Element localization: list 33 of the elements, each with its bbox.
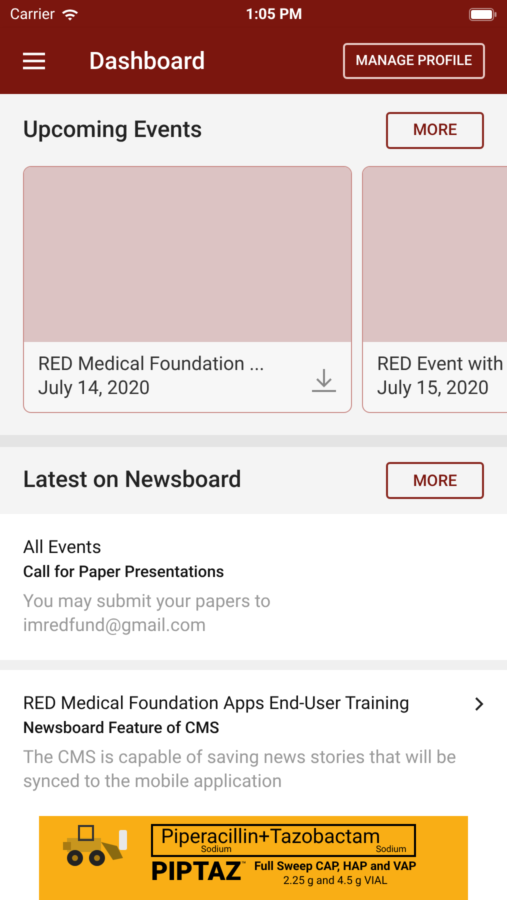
- clock-time: 1:05 PM: [246, 4, 302, 25]
- salt-label: Sodium: [376, 846, 406, 855]
- news-summary: You may submit your papers to imredfund@gmail.com: [23, 590, 272, 638]
- event-title: RED Event with: [377, 352, 504, 376]
- event-date: July 14, 2020: [38, 376, 151, 400]
- event-card[interactable]: RED Event with July 15, 2020: [362, 166, 507, 413]
- drug-name: Piperacillin+Tazobactam: [161, 826, 380, 846]
- event-card[interactable]: RED Medical Foundation ... July 14, 2020: [23, 166, 352, 413]
- brand-name: PIPTAZ: [151, 858, 242, 885]
- salt-label: Sodium: [201, 846, 232, 855]
- wifi-icon: [60, 8, 79, 20]
- chevron-right-icon[interactable]: [474, 696, 484, 712]
- manage-profile-button[interactable]: MANAGE PROFILE: [342, 43, 485, 79]
- page-title: Dashboard: [89, 46, 206, 77]
- tagline: Full Sweep CAP, HAP and VAP: [254, 858, 416, 874]
- section-title: Latest on Newsboard: [23, 465, 242, 496]
- download-icon[interactable]: [311, 367, 337, 393]
- carrier-name: Carrier: [10, 4, 55, 25]
- news-headline: Call for Paper Presentations: [23, 561, 226, 584]
- battery-icon: [468, 8, 497, 20]
- dose-text: 2.25 g and 4.5 g VIAL: [283, 874, 388, 888]
- event-title: RED Medical Foundation ...: [38, 352, 264, 376]
- news-category: All Events: [23, 536, 102, 560]
- section-title: Upcoming Events: [23, 114, 202, 145]
- news-category: RED Medical Foundation Apps End-User Training: [23, 692, 410, 716]
- more-button[interactable]: MORE: [386, 112, 484, 148]
- event-date: July 15, 2020: [377, 376, 490, 400]
- ad-banner[interactable]: Piperacillin+Tazobactam Sodium Sodium PIPTAZ™ Full Sweep CAP, HAP and VAP 2.25 g and 4.5 g VIAL: [39, 816, 468, 900]
- more-button[interactable]: MORE: [386, 462, 484, 500]
- menu-icon[interactable]: [22, 52, 46, 70]
- news-summary: The CMS is capable of saving news stories that will be synced to the mobile application: [23, 746, 458, 794]
- news-headline: Newsboard Feature of CMS: [23, 716, 220, 739]
- trademark-mark: ™: [241, 858, 246, 871]
